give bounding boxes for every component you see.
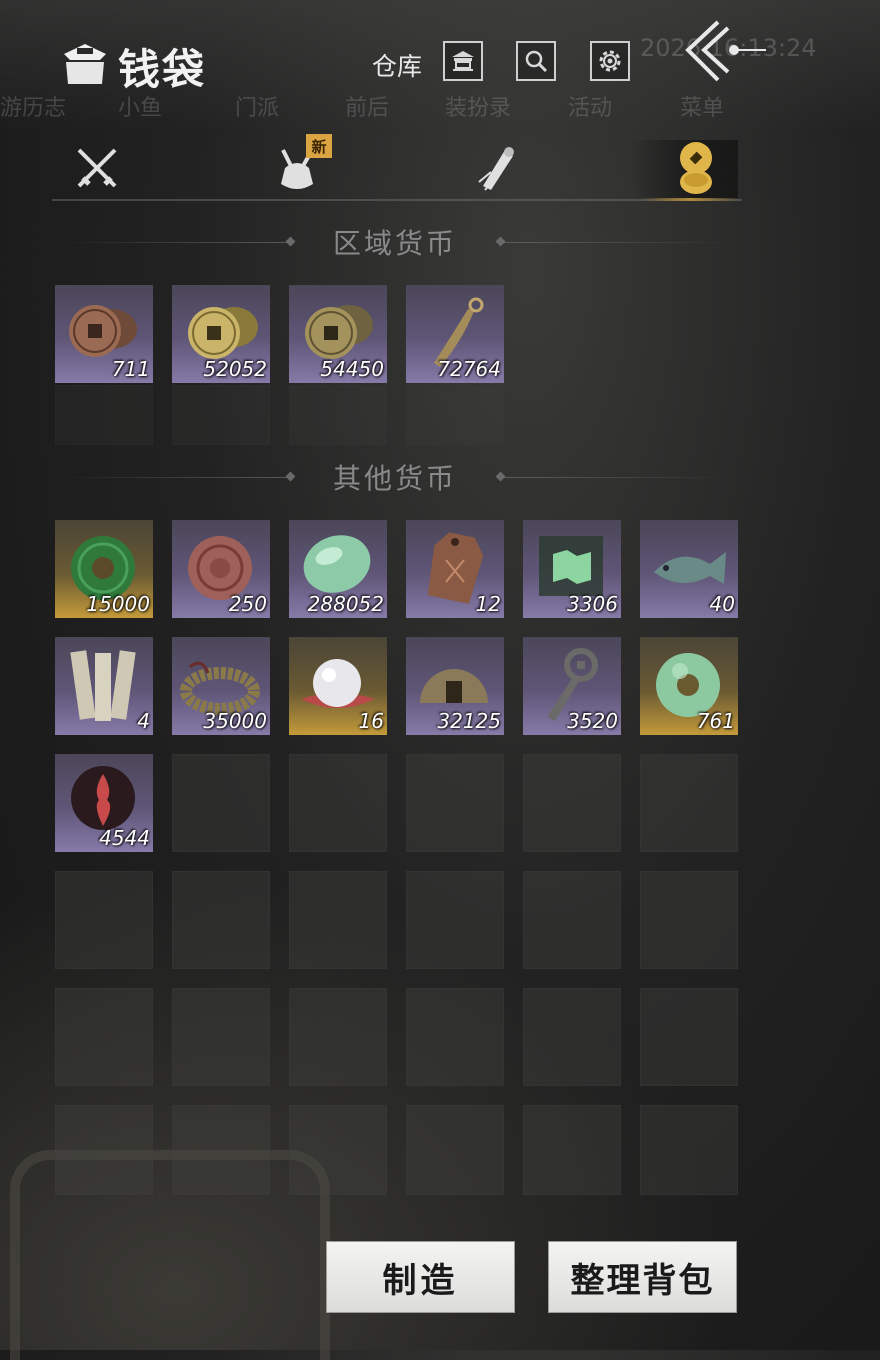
empty-slot	[172, 1105, 270, 1195]
empty-slot	[640, 871, 738, 969]
active-tab-underline	[640, 198, 740, 201]
empty-slot	[523, 754, 621, 852]
empty-slot	[289, 1105, 387, 1195]
sort-bag-button[interactable]: 整理背包	[548, 1241, 737, 1313]
currency-slot[interactable]: 288052	[289, 520, 387, 618]
section-divider	[502, 242, 732, 243]
item-quantity: 35000	[203, 709, 267, 733]
item-quantity: 4	[137, 709, 150, 733]
currency-slot[interactable]: 4544	[55, 754, 153, 852]
empty-slot	[55, 1105, 153, 1195]
warehouse-button[interactable]	[443, 41, 483, 81]
empty-slot	[406, 754, 504, 852]
currency-slot[interactable]: 72764	[406, 285, 504, 383]
search-button[interactable]	[516, 41, 556, 81]
item-quantity: 3520	[567, 709, 618, 733]
empty-slot	[406, 988, 504, 1086]
item-quantity: 12	[475, 592, 501, 616]
item-quantity: 72764	[437, 357, 501, 381]
crossed-swords-icon	[77, 148, 117, 188]
item-quantity: 3306	[567, 592, 618, 616]
empty-slot	[289, 871, 387, 969]
currency-slot[interactable]: 250	[172, 520, 270, 618]
bg-tab: 前后	[345, 96, 390, 121]
back-arrow-icon	[685, 20, 766, 82]
bg-tab: 门派	[235, 96, 280, 121]
empty-slot	[406, 871, 504, 969]
empty-slot	[55, 385, 153, 445]
bg-tab: 活动	[568, 96, 613, 121]
currency-slot[interactable]: 12	[406, 520, 504, 618]
empty-slot	[289, 385, 387, 445]
empty-slot	[289, 988, 387, 1086]
empty-slot	[640, 1105, 738, 1195]
empty-slot	[289, 754, 387, 852]
item-quantity: 52052	[203, 357, 267, 381]
tab-equipment[interactable]	[62, 138, 132, 198]
currency-slot[interactable]: 3306	[523, 520, 621, 618]
craft-button[interactable]: 制造	[326, 1241, 515, 1313]
currency-slot[interactable]: 54450	[289, 285, 387, 383]
bg-tab: 菜单	[680, 96, 725, 121]
background-faded-tabs: 游历志 小鱼 门派 前后 装扮录 活动 菜单	[0, 90, 760, 121]
bg-tab: 游历志	[0, 96, 67, 121]
section-divider	[502, 477, 732, 478]
empty-slot	[640, 754, 738, 852]
section-divider	[60, 477, 290, 478]
warehouse-icon	[452, 51, 474, 71]
item-quantity: 711	[111, 357, 150, 381]
tab-materials[interactable]	[460, 138, 530, 198]
empty-slot	[55, 988, 153, 1086]
currency-slot[interactable]: 32125	[406, 637, 504, 735]
currency-slot[interactable]: 3520	[523, 637, 621, 735]
empty-slot	[523, 1105, 621, 1195]
currency-slot[interactable]: 35000	[172, 637, 270, 735]
currency-slot[interactable]: 761	[640, 637, 738, 735]
empty-slot	[523, 871, 621, 969]
currency-slot[interactable]: 4	[55, 637, 153, 735]
warehouse-label[interactable]: 仓库	[372, 47, 422, 83]
section-title-other: 其他货币	[332, 462, 457, 495]
tab-currency[interactable]	[661, 138, 731, 198]
item-quantity: 40	[709, 592, 735, 616]
empty-slot	[640, 988, 738, 1086]
pouch-icon	[60, 40, 110, 86]
currency-slot[interactable]: 711	[55, 285, 153, 383]
search-icon	[525, 50, 548, 73]
item-quantity: 288052	[307, 592, 384, 616]
empty-slot	[172, 988, 270, 1086]
settings-button[interactable]	[590, 41, 630, 81]
empty-slot	[172, 754, 270, 852]
back-button[interactable]	[680, 18, 770, 88]
item-quantity: 54450	[320, 357, 384, 381]
item-quantity: 15000	[86, 592, 150, 616]
currency-slot[interactable]: 15000	[55, 520, 153, 618]
item-quantity: 250	[228, 592, 267, 616]
empty-slot	[406, 1105, 504, 1195]
item-quantity: 761	[696, 709, 735, 733]
page-title: 钱袋	[118, 45, 207, 94]
currency-slot[interactable]: 16	[289, 637, 387, 735]
empty-slot	[523, 988, 621, 1086]
scroll-icon	[478, 147, 514, 191]
empty-slot	[55, 871, 153, 969]
item-quantity: 16	[358, 709, 384, 733]
empty-slot	[172, 871, 270, 969]
section-divider	[60, 242, 290, 243]
empty-slot	[406, 385, 504, 445]
currency-slot[interactable]: 40	[640, 520, 738, 618]
empty-slot	[172, 385, 270, 445]
item-quantity: 32125	[437, 709, 501, 733]
section-title-regional: 区域货币	[332, 227, 457, 260]
tab-divider	[52, 199, 742, 201]
currency-slot[interactable]: 52052	[172, 285, 270, 383]
coins-icon	[680, 142, 712, 194]
new-badge: 新	[306, 134, 332, 158]
item-quantity: 4544	[99, 826, 150, 850]
bg-tab: 装扮录	[445, 96, 512, 121]
gear-icon	[599, 50, 621, 72]
